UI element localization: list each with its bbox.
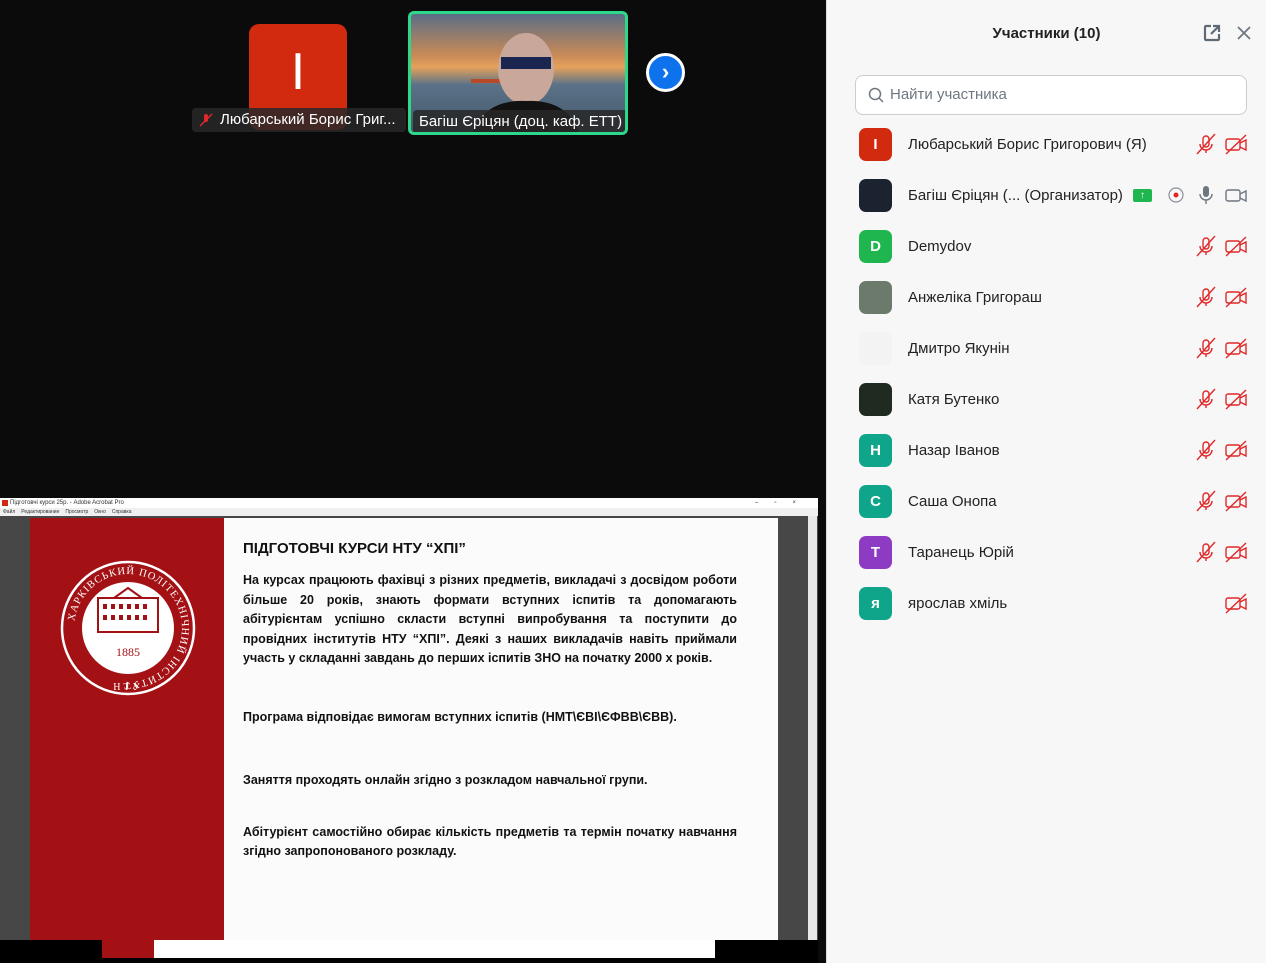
pop-out-icon[interactable]: [1201, 22, 1223, 44]
video-off-icon[interactable]: [1225, 439, 1247, 461]
recording-icon: [1168, 187, 1184, 203]
video-stage: I Любарський Борис Григ... Багіш Єріцян …: [0, 0, 826, 963]
panel-title: Участники (10): [992, 25, 1101, 42]
participant-name: Таранець Юрій: [908, 543, 1014, 561]
screen-share-icon: ↑: [1133, 189, 1152, 202]
video-off-icon[interactable]: [1225, 235, 1247, 257]
close-icon[interactable]: [1233, 22, 1255, 44]
mic-muted-icon[interactable]: [1195, 286, 1217, 308]
participant-name: Саша Онопа: [908, 492, 997, 510]
participant-name: Любарський Борис Григорович (Я): [908, 135, 1147, 153]
avatar: [859, 382, 892, 416]
participant-row[interactable]: С Саша Онопа: [859, 483, 1259, 519]
slide-paragraph: На курсах працюють фахівці з різних пред…: [243, 573, 737, 665]
menu-view[interactable]: Просмотр: [65, 508, 88, 516]
mic-muted-icon: [199, 113, 213, 127]
menu-file[interactable]: Файл: [3, 508, 15, 516]
video-off-icon[interactable]: [1225, 541, 1247, 563]
svg-text:НТУ: НТУ: [113, 682, 142, 693]
shared-screen: Підготовчі курси 25р. - Adobe Acrobat Pr…: [0, 498, 818, 963]
video-off-icon[interactable]: [1225, 286, 1247, 308]
avatar: Н: [859, 433, 892, 467]
participant-row[interactable]: я ярослав хміль: [859, 585, 1259, 621]
participants-panel: Участники (10) Найти участника I Любарсь…: [826, 0, 1266, 963]
name-tag: Багіш Єріцян (доц. каф. ЕТТ): [413, 110, 625, 132]
search-icon: [868, 87, 884, 103]
bottom-strip: [0, 940, 818, 963]
svg-text:1885: 1885: [116, 645, 140, 659]
mic-muted-icon[interactable]: [1195, 133, 1217, 155]
avatar: I: [859, 127, 892, 161]
menu-help[interactable]: Справка: [112, 508, 132, 516]
mic-muted-icon[interactable]: [1195, 388, 1217, 410]
window-controls[interactable]: –▫×: [755, 498, 812, 508]
menu-edit[interactable]: Редактирование: [21, 508, 59, 516]
avatar: D: [859, 229, 892, 263]
acrobat-menu: Файл Редактирование Просмотр Окно Справк…: [0, 508, 818, 516]
participant-row[interactable]: Анжеліка Григораш: [859, 279, 1259, 315]
video-off-icon[interactable]: [1225, 490, 1247, 512]
tile-name: Любарський Борис Григ...: [220, 111, 396, 128]
search-participant-input[interactable]: Найти участника: [855, 75, 1247, 115]
panel-header: Участники (10): [827, 0, 1266, 64]
name-tag: Любарський Борис Григ...: [192, 108, 406, 132]
avatar: я: [859, 586, 892, 620]
mic-muted-icon[interactable]: [1195, 541, 1217, 563]
participant-row[interactable]: D Demydov: [859, 228, 1259, 264]
participant-name: Анжеліка Григораш: [908, 288, 1042, 306]
avatar: С: [859, 484, 892, 518]
participant-row[interactable]: Катя Бутенко: [859, 381, 1259, 417]
pdf-page: ХАРКІВСЬКИЙ ПОЛІТЕХНІЧНИЙ ІНСТИТУТ НТУ 1…: [30, 518, 778, 940]
vertical-scrollbar[interactable]: [808, 516, 817, 940]
participant-row[interactable]: I Любарський Борис Григорович (Я): [859, 126, 1259, 162]
participant-name: Катя Бутенко: [908, 390, 1000, 408]
video-off-icon[interactable]: [1225, 133, 1247, 155]
menu-window[interactable]: Окно: [94, 508, 106, 516]
acrobat-icon: [2, 500, 8, 506]
slide-content: ПІДГОТОВЧІ КУРСИ НТУ “ХПІ” На курсах пра…: [243, 540, 737, 862]
participant-name: Назар Іванов: [908, 441, 1000, 459]
participant-name: Demydov: [908, 237, 972, 255]
slide-paragraph: Програма відповідає вимогам вступних ісп…: [243, 709, 677, 724]
tile-name: Багіш Єріцян (доц. каф. ЕТТ): [419, 113, 623, 130]
participant-row[interactable]: Дмитро Якунін: [859, 330, 1259, 366]
participant-row[interactable]: Н Назар Іванов: [859, 432, 1259, 468]
participant-name: ярослав хміль: [908, 594, 1008, 612]
participant-name: Дмитро Якунін: [908, 339, 1010, 357]
slide-heading: ПІДГОТОВЧІ КУРСИ НТУ “ХПІ”: [243, 540, 466, 557]
mic-muted-icon[interactable]: [1195, 439, 1217, 461]
avatar: [859, 178, 892, 212]
avatar: Т: [859, 535, 892, 569]
mic-muted-icon[interactable]: [1195, 490, 1217, 512]
slide-paragraph: Заняття проходять онлайн згідно з розкла…: [243, 773, 648, 787]
next-page-button[interactable]: ›: [646, 53, 685, 92]
avatar: [859, 331, 892, 365]
mic-muted-icon[interactable]: [1195, 337, 1217, 359]
participant-name: Багіш Єріцян (... (Организатор): [908, 186, 1123, 204]
avatar: [859, 280, 892, 314]
red-band: ХАРКІВСЬКИЙ ПОЛІТЕХНІЧНИЙ ІНСТИТУТ НТУ 1…: [30, 518, 224, 940]
mic-muted-icon[interactable]: [1195, 235, 1217, 257]
video-off-icon[interactable]: [1225, 388, 1247, 410]
chevron-right-icon: ›: [661, 59, 670, 84]
window-title: Підготовчі курси 25р. - Adobe Acrobat Pr…: [10, 500, 124, 506]
acrobat-title-bar: Підготовчі курси 25р. - Adobe Acrobat Pr…: [0, 498, 818, 508]
participant-row[interactable]: Т Таранець Юрій: [859, 534, 1259, 570]
video-off-icon[interactable]: [1225, 337, 1247, 359]
avatar-letter: I: [290, 43, 306, 101]
video-icon[interactable]: [1225, 184, 1247, 206]
video-off-icon[interactable]: [1225, 592, 1247, 614]
participant-row[interactable]: Багіш Єріцян (... (Организатор) ↑: [859, 177, 1259, 213]
participant-video-yeritsian[interactable]: Багіш Єріцян (доц. каф. ЕТТ): [408, 11, 628, 135]
university-seal-logo: ХАРКІВСЬКИЙ ПОЛІТЕХНІЧНИЙ ІНСТИТУТ НТУ 1…: [60, 560, 196, 696]
search-placeholder: Найти участника: [890, 86, 1007, 103]
slide-paragraph: Абітурієнт самостійно обирає кількість п…: [243, 824, 737, 859]
mic-icon[interactable]: [1195, 184, 1217, 206]
